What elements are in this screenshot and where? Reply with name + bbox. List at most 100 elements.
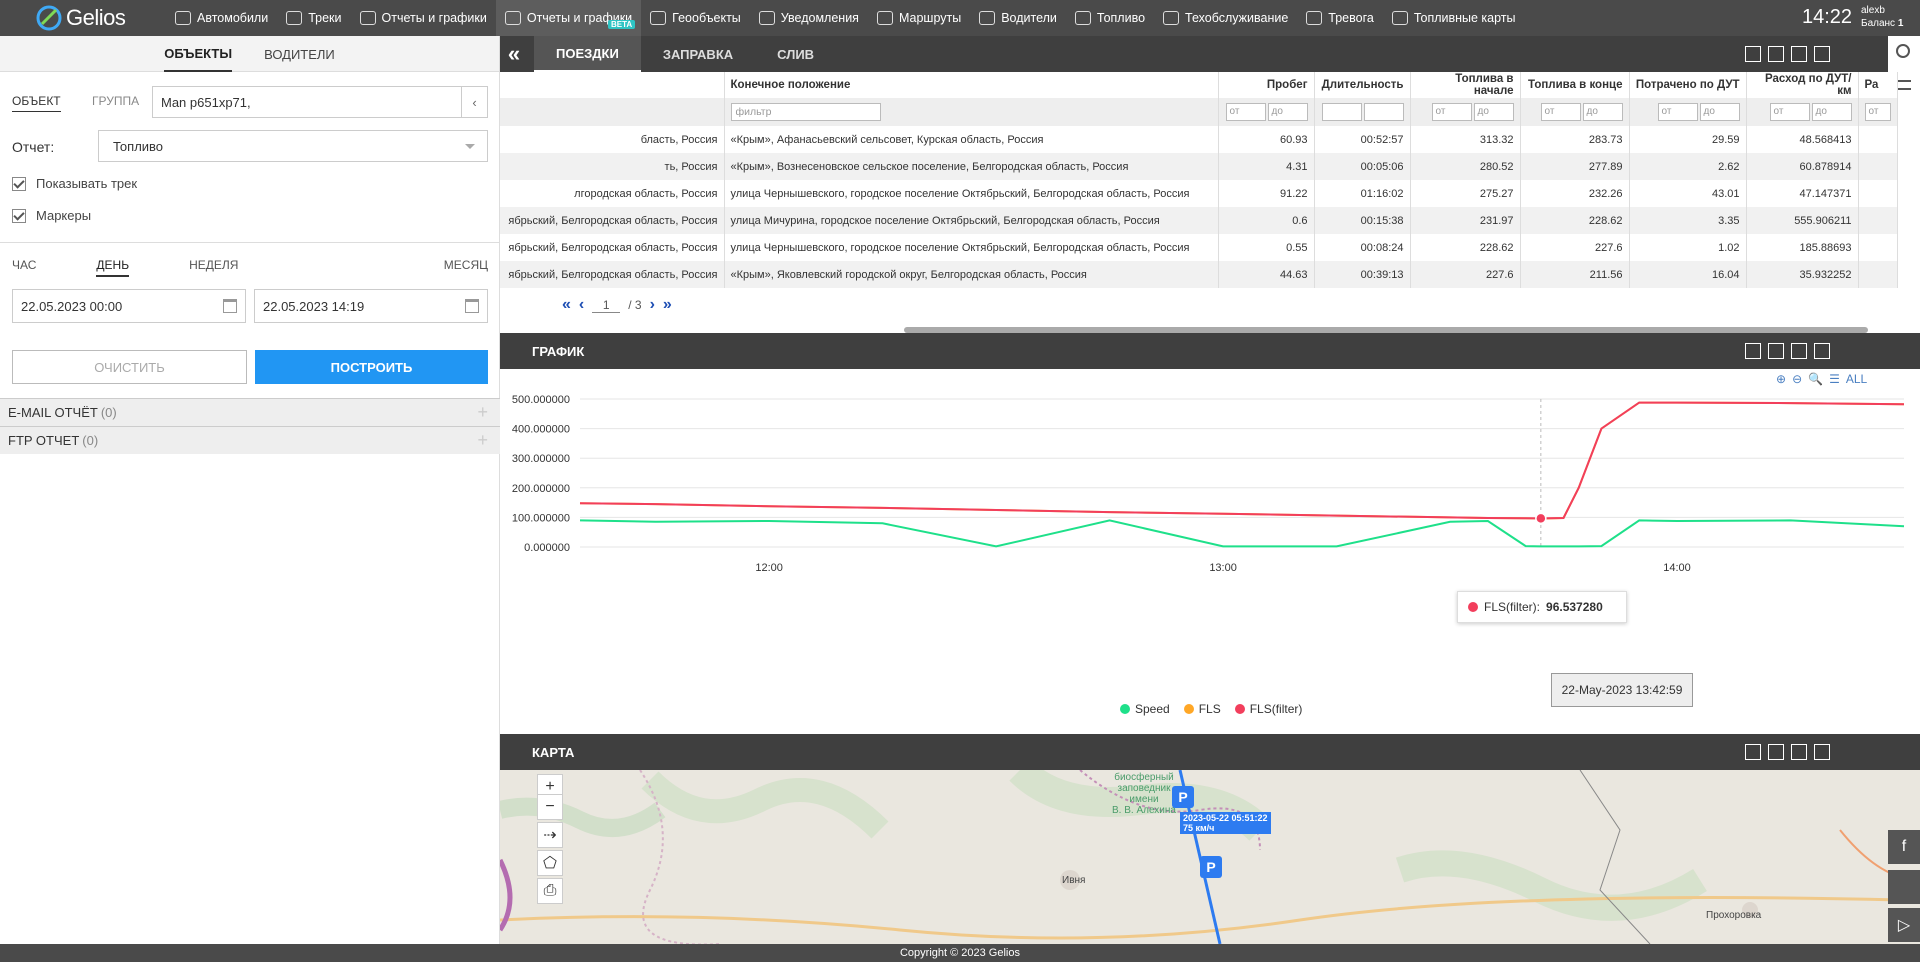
- filter-to[interactable]: до: [1267, 103, 1308, 121]
- date-from-input[interactable]: 22.05.2023 00:00: [12, 289, 246, 323]
- nav-item-3[interactable]: Отчеты и графики BETA: [495, 0, 642, 36]
- nav-item-11[interactable]: Топливные карты: [1383, 0, 1525, 36]
- next-page-icon[interactable]: ›: [650, 296, 655, 314]
- table-row[interactable]: ябрьский, Белгородская область, Россия «К…: [500, 261, 1898, 288]
- table-row[interactable]: ябрьский, Белгородская область, Россия ул…: [500, 234, 1898, 261]
- facebook-icon[interactable]: f: [1888, 830, 1920, 864]
- filter-from[interactable]: от: [1864, 103, 1891, 121]
- tab-objects[interactable]: ОБЪЕКТЫ: [164, 36, 233, 72]
- layout-half-icon[interactable]: [1791, 46, 1807, 62]
- filter-from[interactable]: от: [1431, 103, 1472, 121]
- first-page-icon[interactable]: «: [562, 296, 571, 314]
- apple-icon[interactable]: [1888, 870, 1920, 904]
- filter-to[interactable]: до: [1699, 103, 1740, 121]
- close-icon[interactable]: [1745, 744, 1761, 760]
- filter-from[interactable]: от: [1657, 103, 1698, 121]
- object-tab[interactable]: ОБЪЕКТ: [12, 94, 61, 112]
- layout-full-icon[interactable]: [1768, 46, 1784, 62]
- zoom-search-icon[interactable]: 🔍: [1808, 372, 1823, 386]
- chart-svg[interactable]: 0.000000 100.000000 200.000000 300.000000 40…: [500, 369, 1920, 735]
- tab-trips[interactable]: ПОЕЗДКИ: [534, 36, 641, 72]
- col-header-fuel-rate[interactable]: Расход по ДУТ/км: [1746, 72, 1859, 98]
- period-hour[interactable]: ЧАС: [12, 258, 36, 277]
- zoom-out-button[interactable]: −: [537, 794, 563, 820]
- polygon-icon[interactable]: ⬠: [537, 850, 563, 876]
- collapse-panel-button[interactable]: «: [500, 36, 528, 72]
- email-report-section[interactable]: E-MAIL ОТЧЁТ (0) +: [0, 398, 500, 426]
- close-icon[interactable]: [1745, 46, 1761, 62]
- menu-icon[interactable]: ☰: [1829, 372, 1840, 386]
- print-icon[interactable]: ⎙: [537, 878, 563, 904]
- user-info[interactable]: alexb Баланс 1: [1861, 4, 1903, 30]
- nav-item-1[interactable]: Треки: [277, 0, 350, 36]
- legend-item-fls[interactable]: FLS: [1183, 702, 1221, 716]
- clear-button[interactable]: ОЧИСТИТЬ: [12, 350, 247, 384]
- col-header-end-location[interactable]: Конечное положение: [724, 72, 1219, 98]
- table-row[interactable]: лгородская область, Россия улица Чернышев…: [500, 180, 1898, 207]
- nav-item-5[interactable]: Уведомления: [750, 0, 868, 36]
- date-to-input[interactable]: 22.05.2023 14:19: [254, 289, 488, 323]
- nav-item-2[interactable]: Отчеты и графики: [351, 0, 496, 36]
- ftp-report-section[interactable]: FTP ОТЧЕТ (0) +: [0, 426, 500, 454]
- col-header-fuel-start[interactable]: Топлива в начале: [1410, 72, 1521, 98]
- tab-drivers[interactable]: ВОДИТЕЛИ: [264, 37, 335, 71]
- plus-icon[interactable]: +: [477, 430, 488, 451]
- maximize-icon[interactable]: [1814, 744, 1830, 760]
- nav-item-6[interactable]: Маршруты: [868, 0, 970, 36]
- filter-to[interactable]: [1363, 103, 1404, 121]
- calendar-icon[interactable]: [465, 299, 479, 313]
- layout-half-icon[interactable]: [1791, 343, 1807, 359]
- layout-full-icon[interactable]: [1768, 343, 1784, 359]
- report-type-select[interactable]: Топливо: [98, 130, 488, 162]
- tab-drain[interactable]: СЛИВ: [755, 36, 836, 72]
- col-header-duration[interactable]: Длительность: [1314, 72, 1411, 98]
- build-button[interactable]: ПОСТРОИТЬ: [255, 350, 488, 384]
- col-header-fuel-spent[interactable]: Потрачено по ДУТ: [1629, 72, 1747, 98]
- nav-item-0[interactable]: Автомобили: [166, 0, 277, 36]
- col-header-fuel-end[interactable]: Топлива в конце: [1520, 72, 1630, 98]
- close-icon[interactable]: [1745, 343, 1761, 359]
- tab-refuel[interactable]: ЗАПРАВКА: [641, 36, 755, 72]
- search-icon[interactable]: [1896, 44, 1910, 58]
- ruler-icon[interactable]: ⇢: [537, 822, 563, 848]
- filter-from[interactable]: от: [1225, 103, 1266, 121]
- table-row[interactable]: ть, Россия «Крым», Вознесеновское сельско…: [500, 153, 1898, 180]
- play-store-icon[interactable]: ▷: [1888, 908, 1920, 942]
- parking-marker[interactable]: P: [1172, 786, 1194, 808]
- nav-item-4[interactable]: Геообъекты: [641, 0, 750, 36]
- period-month[interactable]: МЕСЯЦ: [444, 258, 488, 277]
- zoom-out-icon[interactable]: ⊖: [1792, 372, 1802, 386]
- maximize-icon[interactable]: [1814, 343, 1830, 359]
- chevron-left-icon[interactable]: ‹: [461, 87, 487, 117]
- nav-item-9[interactable]: Техобслуживание: [1154, 0, 1297, 36]
- filter-from[interactable]: от: [1769, 103, 1810, 121]
- zoom-in-icon[interactable]: ⊕: [1776, 372, 1786, 386]
- table-row[interactable]: бласть, Россия «Крым», Афанасьевский сель…: [500, 126, 1898, 153]
- nav-item-7[interactable]: Водители: [970, 0, 1066, 36]
- map-view[interactable]: биосферный заповедник имени В. В. Алехина И…: [500, 770, 1920, 944]
- filter-from[interactable]: [1321, 103, 1362, 121]
- calendar-icon[interactable]: [223, 299, 237, 313]
- col-header-mileage[interactable]: Пробег: [1218, 72, 1315, 98]
- col-header-extra[interactable]: Ра: [1858, 72, 1898, 98]
- filter-to[interactable]: до: [1811, 103, 1852, 121]
- nav-item-10[interactable]: Тревога: [1297, 0, 1383, 36]
- filter-input[interactable]: фильтр: [730, 103, 881, 121]
- logo[interactable]: Gelios: [0, 0, 130, 36]
- fuel-chart[interactable]: 0.000000 100.000000 200.000000 300.000000 40…: [500, 369, 1920, 735]
- filter-to[interactable]: до: [1473, 103, 1514, 121]
- filter-from[interactable]: от: [1540, 103, 1581, 121]
- filter-to[interactable]: до: [1582, 103, 1623, 121]
- maximize-icon[interactable]: [1814, 46, 1830, 62]
- period-day[interactable]: ДЕНЬ: [96, 258, 130, 277]
- object-select-input[interactable]: Man р651хр71, ‹: [152, 86, 488, 118]
- nav-item-8[interactable]: Топливо: [1066, 0, 1154, 36]
- layout-full-icon[interactable]: [1768, 744, 1784, 760]
- legend-item-fls-filter[interactable]: FLS(filter): [1234, 702, 1302, 716]
- prev-page-icon[interactable]: ‹: [579, 296, 584, 314]
- period-week[interactable]: НЕДЕЛЯ: [189, 258, 238, 277]
- zoom-all-button[interactable]: ALL: [1846, 372, 1867, 386]
- track-point-label[interactable]: 2023-05-22 05:51:22 75 км/ч: [1180, 812, 1271, 834]
- last-page-icon[interactable]: »: [663, 296, 672, 314]
- page-input[interactable]: 1: [592, 298, 621, 313]
